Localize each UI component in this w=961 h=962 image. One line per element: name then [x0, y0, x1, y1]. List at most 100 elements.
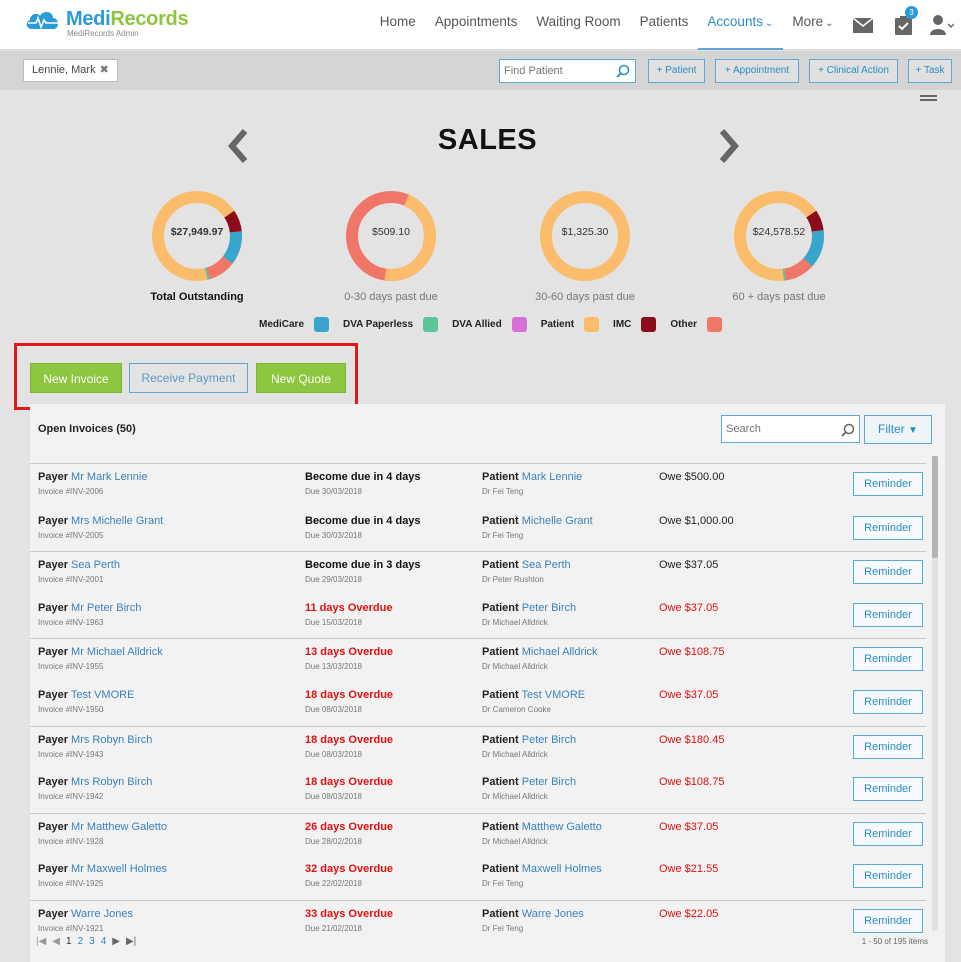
30-60-days-donut[interactable]: $1,325.30 30-60 days past due [530, 186, 640, 303]
receive-payment-button[interactable]: Receive Payment [129, 363, 248, 393]
user-menu-button[interactable] [923, 0, 961, 50]
total-outstanding-donut[interactable]: $27,949.97 Total Outstanding [142, 186, 252, 303]
patient-link[interactable]: Peter Birch [522, 776, 576, 788]
payer-link[interactable]: Mr Peter Birch [71, 602, 141, 614]
payer-link[interactable]: Test VMORE [71, 689, 135, 701]
page-link[interactable]: 2 [78, 936, 84, 947]
add-appointment-button[interactable]: + Appointment [715, 59, 799, 83]
nav-appointments[interactable]: Appointments [425, 0, 527, 50]
owe-amount: Owe $21.55 [659, 863, 719, 876]
page-link[interactable]: 4 [101, 936, 107, 947]
reminder-button[interactable]: Reminder [853, 909, 923, 933]
payer-label: Payer [38, 908, 68, 920]
payer-link[interactable]: Mr Mark Lennie [71, 471, 147, 483]
due-date: Due 08/03/2018 [305, 749, 362, 759]
payer-link[interactable]: Mr Matthew Galetto [71, 821, 167, 833]
doctor-name: Dr Peter Rushton [482, 575, 544, 585]
reminder-button[interactable]: Reminder [853, 602, 923, 627]
new-invoice-button[interactable]: New Invoice [30, 363, 122, 393]
find-patient-field[interactable] [499, 59, 636, 83]
invoice-number[interactable]: Invoice #INV-1942 [38, 792, 103, 801]
prev-page-icon[interactable]: ◀ [52, 936, 60, 947]
patient-link[interactable]: Maxwell Holmes [522, 863, 602, 875]
reminder-button[interactable]: Reminder [853, 515, 923, 540]
search-icon[interactable] [616, 64, 630, 78]
nav-waiting-room[interactable]: Waiting Room [527, 0, 630, 50]
last-page-icon[interactable]: ▶| [126, 936, 136, 947]
nav-patients[interactable]: Patients [630, 0, 698, 50]
invoice-number[interactable]: Invoice #INV-1925 [38, 879, 103, 888]
invoice-search-input[interactable] [722, 416, 832, 442]
chevron-right-icon[interactable] [718, 128, 740, 164]
page-link[interactable]: 3 [89, 936, 95, 947]
invoice-number[interactable]: Invoice #INV-2001 [38, 575, 103, 584]
filter-button[interactable]: Filter ▼ [864, 415, 932, 444]
find-patient-input[interactable] [500, 60, 610, 82]
reminder-button[interactable]: Reminder [853, 472, 923, 496]
selected-patient-tag[interactable]: Lennie, Mark ✖ [23, 59, 118, 82]
mail-button[interactable] [843, 0, 883, 50]
owe-amount: Owe $37.05 [659, 601, 719, 614]
reminder-button[interactable]: Reminder [853, 647, 923, 672]
invoice-number[interactable]: Invoice #INV-1963 [38, 618, 103, 627]
patient-cell: Patient Matthew Galetto [482, 821, 602, 833]
patient-link[interactable]: Michael Alldrick [522, 646, 598, 658]
payer-label: Payer [38, 471, 68, 483]
next-page-icon[interactable]: ▶ [112, 936, 120, 947]
tasks-button[interactable]: 3 [883, 0, 923, 50]
invoice-number[interactable]: Invoice #INV-1950 [38, 705, 103, 714]
new-quote-button[interactable]: New Quote [256, 363, 346, 393]
nav-more[interactable]: More ⌄ [783, 0, 843, 50]
patient-label: Patient [482, 601, 519, 614]
reminder-button[interactable]: Reminder [853, 734, 923, 759]
nav-home[interactable]: Home [370, 0, 425, 50]
payer-link[interactable]: Mr Michael Alldrick [71, 646, 163, 658]
add-patient-button[interactable]: + Patient [648, 59, 705, 83]
patient-link[interactable]: Michelle Grant [522, 515, 593, 527]
invoice-number[interactable]: Invoice #INV-1943 [38, 750, 103, 759]
patient-link[interactable]: Matthew Galetto [522, 821, 602, 833]
patient-link[interactable]: Mark Lennie [522, 471, 583, 483]
nav-accounts[interactable]: Accounts ⌄ [697, 0, 783, 50]
patient-link[interactable]: Peter Birch [522, 734, 576, 746]
payer-link[interactable]: Mrs Robyn Birch [71, 734, 152, 746]
payer-link[interactable]: Warre Jones [71, 908, 133, 920]
reminder-button[interactable]: Reminder [853, 864, 923, 889]
search-icon[interactable] [841, 423, 855, 437]
chevron-left-icon[interactable] [227, 128, 249, 164]
invoice-search-field[interactable] [721, 415, 860, 443]
patient-link[interactable]: Warre Jones [522, 908, 584, 920]
patient-link[interactable]: Test VMORE [522, 689, 586, 701]
invoice-number[interactable]: Invoice #INV-1928 [38, 837, 103, 846]
add-clinical-action-button[interactable]: + Clinical Action [809, 59, 898, 83]
close-icon[interactable]: ✖ [100, 60, 109, 81]
medirecords-logo[interactable]: MediRecords MediRecords Admin [24, 9, 189, 38]
payer-link[interactable]: Mrs Robyn Birch [71, 776, 152, 788]
reminder-button[interactable]: Reminder [853, 690, 923, 714]
chevron-down-icon: ⌄ [764, 18, 774, 29]
page-link[interactable]: 1 [66, 936, 72, 947]
menu-icon[interactable] [920, 95, 937, 103]
reminder-button[interactable]: Reminder [853, 777, 923, 802]
invoice-number[interactable]: Invoice #INV-2005 [38, 531, 103, 540]
invoice-list-scrollbar[interactable] [932, 456, 938, 931]
payer-link[interactable]: Sea Perth [71, 559, 120, 571]
owe-amount: Owe $37.05 [659, 689, 719, 701]
patient-link[interactable]: Sea Perth [522, 559, 571, 571]
reminder-button[interactable]: Reminder [853, 560, 923, 585]
patient-link[interactable]: Peter Birch [522, 602, 576, 614]
payer-cell: Payer Test VMORE [38, 689, 134, 701]
reminder-button[interactable]: Reminder [853, 821, 923, 846]
payer-link[interactable]: Mrs Michelle Grant [71, 515, 163, 527]
60-plus-days-donut[interactable]: $24,578.52 60 + days past due [724, 186, 834, 303]
due-date: Due 08/03/2018 [305, 792, 362, 802]
first-page-icon[interactable]: |◀ [36, 936, 46, 947]
payer-link[interactable]: Mr Maxwell Holmes [71, 863, 167, 875]
add-task-button[interactable]: + Task [908, 59, 952, 83]
invoice-number[interactable]: Invoice #INV-2006 [38, 487, 103, 496]
patient-cell: Patient Test VMORE [482, 689, 585, 701]
scrollbar-thumb[interactable] [932, 456, 938, 558]
invoice-number[interactable]: Invoice #INV-1955 [38, 662, 103, 671]
doctor-name: Dr Michael Alldrick [482, 749, 548, 759]
0-30-days-donut[interactable]: $509.10 0-30 days past due [336, 186, 446, 303]
